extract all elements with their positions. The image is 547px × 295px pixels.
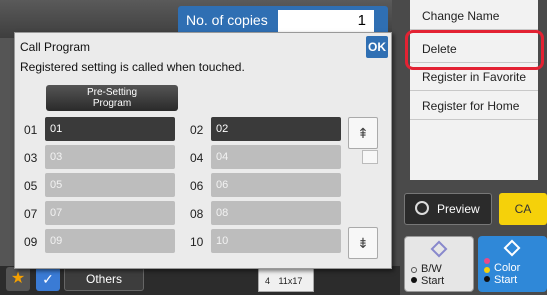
program-slot[interactable]: 01 bbox=[45, 117, 175, 141]
paper-tray: 4 bbox=[265, 276, 271, 286]
ca-button[interactable]: CA bbox=[499, 193, 547, 225]
slot-number: 10 bbox=[190, 235, 204, 249]
screen: No. of copies 1 Change Name Delete Regis… bbox=[0, 0, 547, 295]
slot-number: 01 bbox=[24, 123, 38, 137]
bw-dot-icon bbox=[411, 277, 417, 283]
program-slot[interactable]: 10 bbox=[211, 229, 341, 253]
delete-highlight bbox=[405, 30, 544, 70]
left-strip bbox=[0, 38, 14, 268]
bw-dot-icon bbox=[411, 267, 417, 273]
color-dot-icon bbox=[484, 276, 490, 282]
color-label: Color Start bbox=[494, 262, 521, 286]
program-slot[interactable]: 04 bbox=[211, 145, 341, 169]
slot-number: 07 bbox=[24, 207, 38, 221]
paper-indicator: 4 11x17 bbox=[258, 268, 314, 292]
color-dot-icon bbox=[484, 267, 490, 273]
dialog-title: Call Program bbox=[20, 40, 91, 54]
slot-number: 02 bbox=[190, 123, 204, 137]
program-slot[interactable]: 05 bbox=[45, 173, 175, 197]
copies-label: No. of copies bbox=[186, 12, 268, 28]
paper-size: 11x17 bbox=[278, 276, 303, 286]
scroll-up-icon[interactable]: ⇞ bbox=[348, 117, 378, 149]
preview-icon bbox=[415, 201, 429, 215]
program-slot[interactable]: 09 bbox=[45, 229, 175, 253]
check-icon[interactable]: ✓ bbox=[36, 267, 60, 291]
slot-number: 06 bbox=[190, 179, 204, 193]
scroll-thumb[interactable] bbox=[362, 150, 378, 164]
menu-item-register-home[interactable]: Register for Home bbox=[410, 92, 538, 120]
slot-number: 04 bbox=[190, 151, 204, 165]
dialog-subtitle: Registered setting is called when touche… bbox=[20, 60, 245, 74]
bw-label: B/W Start bbox=[421, 263, 445, 287]
preview-label: Preview bbox=[437, 202, 480, 216]
color-dot-icon bbox=[484, 258, 490, 264]
bw-start-button[interactable]: B/W Start bbox=[404, 236, 474, 292]
scroll-down-icon[interactable]: ⇟ bbox=[348, 227, 378, 259]
slot-number: 05 bbox=[24, 179, 38, 193]
preview-button[interactable]: Preview bbox=[404, 193, 492, 225]
slot-number: 09 bbox=[24, 235, 38, 249]
program-slot[interactable]: 02 bbox=[211, 117, 341, 141]
program-slot[interactable]: 06 bbox=[211, 173, 341, 197]
start-icon bbox=[430, 240, 448, 258]
menu-item-change-name[interactable]: Change Name bbox=[410, 2, 538, 30]
ok-button[interactable]: OK bbox=[366, 36, 388, 58]
slot-number: 03 bbox=[24, 151, 38, 165]
program-slot[interactable]: 03 bbox=[45, 145, 175, 169]
color-start-button[interactable]: Color Start bbox=[478, 236, 547, 292]
pre-setting-program-button[interactable]: Pre-Setting Program bbox=[46, 85, 178, 111]
program-slot[interactable]: 08 bbox=[211, 201, 341, 225]
star-icon[interactable]: ★ bbox=[6, 267, 30, 291]
program-slot[interactable]: 07 bbox=[45, 201, 175, 225]
copies-input[interactable]: 1 bbox=[278, 10, 374, 32]
slot-number: 08 bbox=[190, 207, 204, 221]
others-button[interactable]: Others bbox=[64, 267, 144, 291]
start-icon bbox=[503, 239, 521, 257]
bottom-bar bbox=[0, 266, 400, 295]
